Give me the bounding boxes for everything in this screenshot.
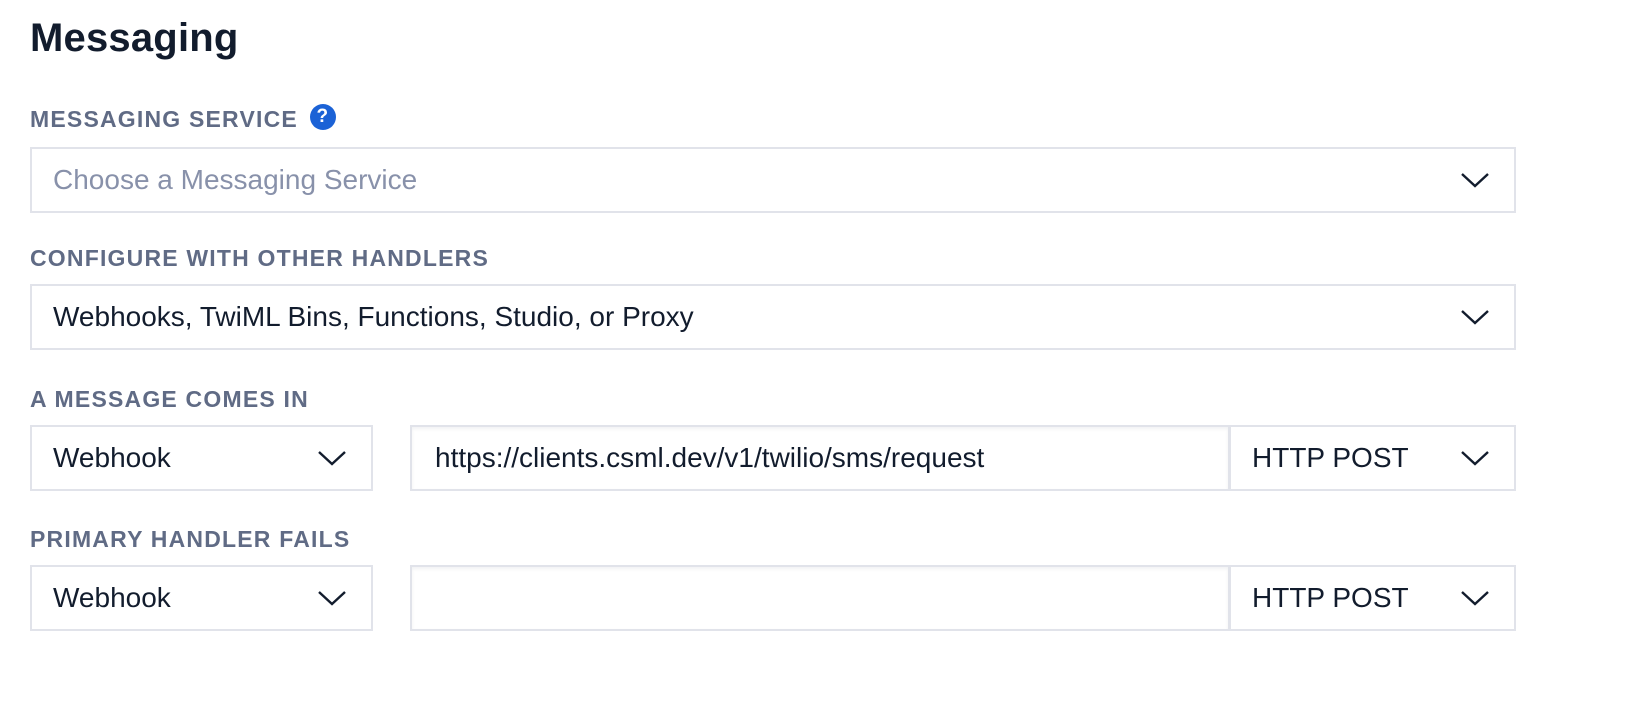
message-comes-in-method-select[interactable]: HTTP POST <box>1229 425 1516 491</box>
question-circle-icon[interactable]: ? <box>309 103 336 130</box>
other-handlers-select[interactable]: Webhooks, TwiML Bins, Functions, Studio,… <box>30 284 1516 350</box>
chevron-down-icon <box>1460 308 1490 326</box>
messaging-service-placeholder: Choose a Messaging Service <box>53 164 418 195</box>
message-comes-in-url-input[interactable]: https://clients.csml.dev/v1/twilio/sms/r… <box>410 425 1230 491</box>
message-comes-in-method-value: HTTP POST <box>1252 442 1409 473</box>
chevron-down-icon <box>1460 449 1490 467</box>
primary-handler-fails-handler-select[interactable]: Webhook <box>30 565 373 631</box>
messaging-service-label: MESSAGING SERVICE ? <box>30 103 336 133</box>
other-handlers-label: CONFIGURE WITH OTHER HANDLERS <box>30 245 490 271</box>
message-comes-in-url-value: https://clients.csml.dev/v1/twilio/sms/r… <box>435 442 985 473</box>
chevron-down-icon <box>1460 171 1490 189</box>
primary-handler-fails-method-select[interactable]: HTTP POST <box>1229 565 1516 631</box>
chevron-down-icon <box>317 449 347 467</box>
messaging-service-label-text: MESSAGING SERVICE <box>30 106 298 132</box>
primary-handler-fails-method-value: HTTP POST <box>1252 582 1409 613</box>
message-comes-in-label: A MESSAGE COMES IN <box>30 386 309 412</box>
messaging-service-select[interactable]: Choose a Messaging Service <box>30 147 1516 213</box>
message-comes-in-handler-select[interactable]: Webhook <box>30 425 373 491</box>
primary-handler-fails-handler-value: Webhook <box>53 582 171 613</box>
primary-handler-fails-label: PRIMARY HANDLER FAILS <box>30 526 351 552</box>
chevron-down-icon <box>317 589 347 607</box>
other-handlers-value: Webhooks, TwiML Bins, Functions, Studio,… <box>53 301 694 332</box>
message-comes-in-handler-value: Webhook <box>53 442 171 473</box>
chevron-down-icon <box>1460 589 1490 607</box>
section-title: Messaging <box>30 16 239 60</box>
primary-handler-fails-url-input[interactable] <box>410 565 1230 631</box>
